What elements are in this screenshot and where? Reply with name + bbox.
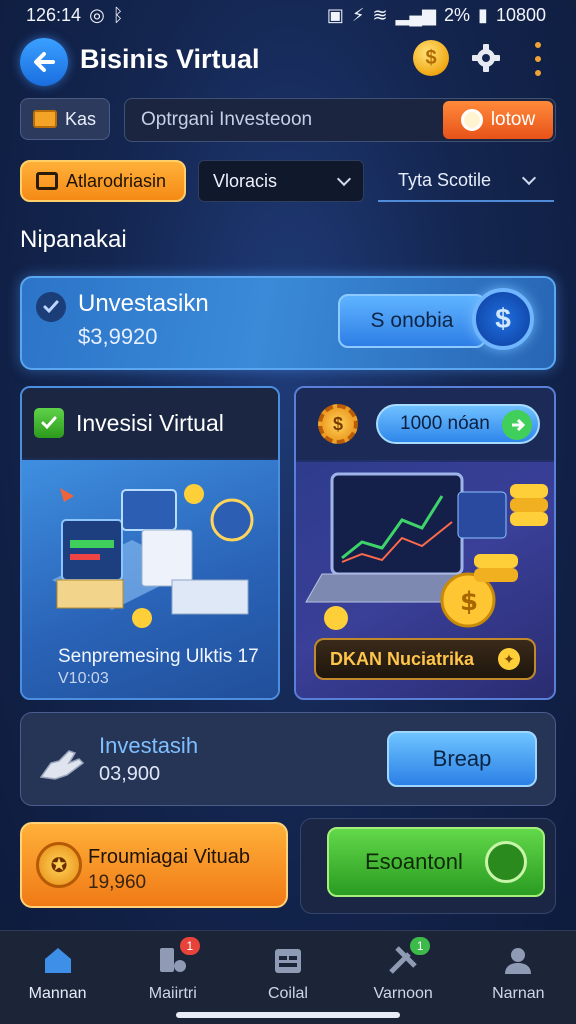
nav-label: Narnan — [492, 985, 545, 1002]
tools-icon: 1 — [386, 937, 431, 977]
wallet-chip-label: Kas — [65, 108, 97, 129]
section-title: Nipanakai — [20, 226, 127, 253]
primary-action-button[interactable]: Esoantonl — [327, 827, 545, 897]
dollar-coin-icon: $ — [425, 46, 437, 69]
ticket-icon — [485, 841, 527, 883]
promo-action-button[interactable]: DKAN Nuciatrika ✦ — [314, 638, 536, 680]
arrow-right-icon — [502, 410, 532, 440]
promo-action-label: DKAN Nuciatrika — [330, 648, 475, 669]
arrow-left-icon — [34, 52, 55, 72]
devices-icon: 1 — [156, 937, 200, 977]
battery-icon: ▮ — [478, 4, 488, 25]
investment-title: Investasih — [99, 733, 199, 758]
star-icon: ✦ — [498, 648, 520, 670]
chevron-down-icon — [521, 170, 537, 185]
settings-button[interactable] — [468, 40, 504, 76]
card-top-bar: $ 1000 nóan — [296, 388, 554, 460]
status-time: 126:14 — [26, 4, 82, 25]
home-icon — [41, 943, 75, 977]
calendar-icon — [271, 943, 305, 977]
nav-item-home[interactable]: Mannan — [8, 943, 108, 1024]
card-subcaption: V10:03 — [58, 670, 109, 687]
card-title: Invesisi Virtual — [76, 409, 224, 436]
home-indicator[interactable] — [176, 1012, 400, 1018]
investment-card: Investasih 03,900 Breap — [20, 712, 556, 806]
dropdown-2-label: Tyta Scotile — [398, 169, 492, 190]
featured-title: Unvestasikn — [78, 290, 209, 317]
investment-amount: 03,900 — [99, 763, 161, 785]
hand-icon — [39, 750, 85, 780]
nav-label: Coilal — [267, 985, 308, 1002]
battery-percent: 2% — [444, 4, 471, 25]
wallet-icon — [33, 110, 57, 128]
svg-text:$: $ — [460, 587, 478, 617]
chevron-down-icon — [336, 171, 352, 186]
coin-button[interactable]: $ — [413, 40, 449, 76]
more-options-button[interactable] — [528, 42, 548, 76]
search-button[interactable]: lotow — [443, 101, 553, 139]
card-caption: Senpremesing Ulktis 17 — [58, 646, 259, 667]
dropdown-2[interactable]: Tyta Scotile — [378, 160, 554, 202]
trading-card[interactable]: $ 1000 nóan $ DKAN Nuciatrika ✦ — [294, 386, 556, 700]
search-button-label: lotow — [490, 109, 536, 130]
vibrate-icon: ⚡ — [351, 4, 365, 25]
search-input[interactable] — [141, 99, 441, 141]
top-bar: Bisinis Virtual $ — [0, 30, 576, 90]
bottom-nav: Mannan 1 Maiirtri Coilal 1 Varnoon Narna… — [0, 930, 576, 1024]
gear-coin-icon: $ — [318, 404, 358, 444]
promo-amount: 19,960 — [88, 872, 147, 893]
investment-button[interactable]: Breap — [387, 731, 537, 787]
search-icon — [460, 109, 483, 131]
checkbox-icon — [34, 408, 64, 438]
category-filter-button[interactable]: Atlarodriasin — [20, 160, 186, 202]
nav-item-profile[interactable]: Narnan — [468, 943, 568, 1024]
promo-title: Froumiagai Vituab — [88, 846, 250, 868]
back-button[interactable] — [20, 38, 68, 86]
profile-icon — [501, 943, 535, 977]
search-bar: lotow — [124, 98, 556, 142]
promo-card[interactable]: ✪ Froumiagai Vituab 19,960 — [20, 822, 288, 908]
featured-amount: $3,9920 — [78, 324, 158, 349]
nav-label: Mannan — [28, 985, 87, 1002]
tv-icon — [36, 172, 58, 190]
bluetooth-icon: ᛒ — [112, 4, 124, 25]
page-title: Bisinis Virtual — [80, 44, 260, 74]
badge-icon: ✪ — [36, 842, 82, 888]
status-bar: 126:14 ◎ ᛒ ▣ ⚡ ≋ ▂▄▆ 2% ▮ 10800 — [0, 0, 576, 30]
dollar-coin-icon: $ — [472, 288, 534, 350]
amount-pill-button[interactable]: 1000 nóan — [376, 404, 540, 444]
primary-action-label: Esoantonl — [365, 849, 463, 874]
card-header: Invesisi Virtual — [22, 388, 278, 458]
signal-icon: ▂▄▆ — [395, 4, 437, 25]
dropdown-1[interactable]: Vloracis — [198, 160, 364, 202]
wallet-chip[interactable]: Kas — [20, 98, 110, 140]
status-extra: 10800 — [495, 4, 546, 25]
wifi-icon: ≋ — [372, 4, 388, 25]
nav-label: Varnoon — [373, 985, 433, 1002]
category-filter-label: Atlarodriasin — [66, 170, 167, 191]
nav-label: Maiirtri — [148, 985, 197, 1002]
featured-action-button[interactable]: S onobia — [338, 294, 486, 348]
dropdown-1-label: Vloracis — [213, 170, 278, 191]
sync-icon: ◎ — [89, 4, 105, 25]
action-panel: Esoantonl — [300, 818, 556, 914]
gear-icon — [472, 44, 500, 72]
virtual-investment-card[interactable]: Invesisi Virtual Senpremesing Ulktis 17 … — [20, 386, 280, 700]
amount-pill-label: 1000 nóan — [400, 413, 490, 434]
notification-badge: 1 — [179, 937, 200, 955]
nfc-icon: ▣ — [326, 4, 344, 25]
notification-badge: 1 — [410, 937, 431, 955]
check-icon — [36, 292, 66, 322]
featured-investment-card[interactable]: Unvestasikn $3,9920 S onobia $ — [20, 276, 556, 370]
